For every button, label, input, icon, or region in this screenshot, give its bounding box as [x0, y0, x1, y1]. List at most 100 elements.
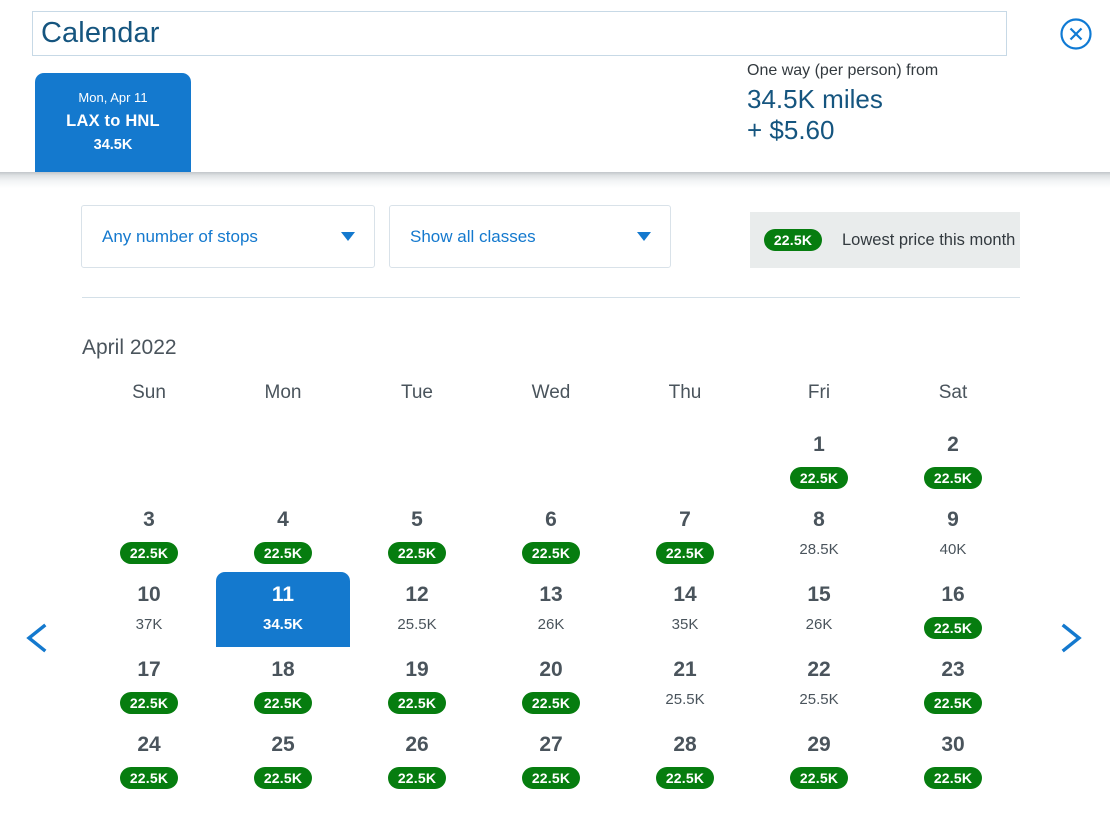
calendar-day-lowest-badge: 22.5K	[924, 617, 982, 639]
calendar-day-3[interactable]: 3 22.5K	[82, 497, 216, 572]
calendar-day-number: 10	[137, 583, 161, 606]
calendar-day-lowest-badge: 22.5K	[388, 692, 446, 714]
calendar-day-24[interactable]: 24 22.5K	[82, 722, 216, 797]
calendar-day-number: 12	[405, 583, 429, 606]
calendar-day-number: 3	[143, 508, 155, 531]
calendar-day-4[interactable]: 4 22.5K	[216, 497, 350, 572]
calendar-day-27[interactable]: 27 22.5K	[484, 722, 618, 797]
calendar-day-2[interactable]: 2 22.5K	[886, 422, 1020, 497]
calendar-day-price: 26K	[537, 616, 565, 633]
class-filter-select[interactable]: Show all classes	[389, 205, 671, 268]
calendar-day-number: 25	[271, 733, 295, 756]
calendar-day-lowest-badge: 22.5K	[120, 767, 178, 789]
selected-flight-card[interactable]: Mon, Apr 11 LAX to HNL 34.5K	[35, 73, 191, 172]
calendar-day-price: 28.5K	[799, 541, 839, 558]
calendar-day-number: 13	[539, 583, 563, 606]
calendar-day-lowest-badge: 22.5K	[254, 767, 312, 789]
calendar-day-number: 27	[539, 733, 563, 756]
stops-filter-select[interactable]: Any number of stops	[81, 205, 375, 268]
calendar-day-number: 30	[941, 733, 965, 756]
calendar-day-18[interactable]: 18 22.5K	[216, 647, 350, 722]
close-circle-icon[interactable]	[1059, 17, 1093, 51]
calendar-day-price: 40K	[939, 541, 967, 558]
calendar-day-lowest-badge: 22.5K	[522, 767, 580, 789]
filter-bar: Any number of stops Show all classes 22.…	[0, 205, 1110, 275]
calendar-day-price: 37K	[135, 616, 163, 633]
calendar-grid: Sun Mon Tue Wed Thu Fri Sat 1 22.5K 2 22.5K 3 22.5K…	[82, 382, 1020, 797]
calendar-day-lowest-badge: 22.5K	[254, 542, 312, 564]
calendar-day-26[interactable]: 26 22.5K	[350, 722, 484, 797]
calendar-day-number: 16	[941, 583, 965, 606]
header-shadow-divider	[0, 172, 1110, 188]
calendar-day-28[interactable]: 28 22.5K	[618, 722, 752, 797]
calendar-day-lowest-badge: 22.5K	[388, 542, 446, 564]
calendar-day-number: 15	[807, 583, 831, 606]
calendar-day-number: 20	[539, 658, 563, 681]
calendar-day-15[interactable]: 15 26K	[752, 572, 886, 647]
calendar-day-number: 5	[411, 508, 423, 531]
calendar-day-number: 6	[545, 508, 557, 531]
flight-card-date: Mon, Apr 11	[78, 90, 148, 105]
calendar-title-box: Calendar	[32, 11, 1007, 56]
calendar-day-25[interactable]: 25 22.5K	[216, 722, 350, 797]
chevron-right-icon[interactable]	[1052, 618, 1088, 658]
page-title: Calendar	[41, 17, 160, 49]
calendar-day-number: 14	[673, 583, 697, 606]
calendar-day-7[interactable]: 7 22.5K	[618, 497, 752, 572]
calendar-weekday-sun: Sun	[132, 382, 166, 403]
calendar-day-13[interactable]: 13 26K	[484, 572, 618, 647]
calendar-day-price: 34.5K	[262, 616, 304, 633]
calendar-day-number: 11	[271, 583, 295, 606]
calendar-weekday-wed: Wed	[531, 382, 571, 403]
calendar-day-lowest-badge: 22.5K	[924, 767, 982, 789]
calendar-day-20[interactable]: 20 22.5K	[484, 647, 618, 722]
calendar-day-17[interactable]: 17 22.5K	[82, 647, 216, 722]
calendar-day-lowest-badge: 22.5K	[924, 467, 982, 489]
calendar-day-lowest-badge: 22.5K	[656, 542, 714, 564]
calendar-day-number: 7	[679, 508, 691, 531]
chevron-down-icon	[341, 232, 355, 241]
legend-price-badge: 22.5K	[764, 229, 822, 251]
calendar-day-21[interactable]: 21 25.5K	[618, 647, 752, 722]
calendar-day-1[interactable]: 1 22.5K	[752, 422, 886, 497]
calendar-day-lowest-badge: 22.5K	[388, 767, 446, 789]
calendar-day-30[interactable]: 30 22.5K	[886, 722, 1020, 797]
calendar-day-number: 22	[807, 658, 831, 681]
calendar-weekday-fri: Fri	[807, 382, 831, 403]
calendar-day-lowest-badge: 22.5K	[522, 692, 580, 714]
chevron-left-icon[interactable]	[20, 618, 56, 658]
calendar-day-number: 9	[947, 508, 959, 531]
calendar-day-14[interactable]: 14 35K	[618, 572, 752, 647]
calendar-day-12[interactable]: 12 25.5K	[350, 572, 484, 647]
legend-label: Lowest price this month	[842, 230, 1016, 249]
calendar-day-price: 35K	[671, 616, 699, 633]
calendar-day-lowest-badge: 22.5K	[656, 767, 714, 789]
calendar-day-23[interactable]: 23 22.5K	[886, 647, 1020, 722]
price-summary-taxes: + $5.60	[747, 115, 835, 146]
flight-card-route: LAX to HNL	[66, 112, 160, 130]
calendar-weekday-mon: Mon	[264, 382, 302, 403]
calendar-day-29[interactable]: 29 22.5K	[752, 722, 886, 797]
calendar-day-6[interactable]: 6 22.5K	[484, 497, 618, 572]
calendar-day-22[interactable]: 22 25.5K	[752, 647, 886, 722]
calendar-day-number: 18	[271, 658, 295, 681]
calendar-day-9[interactable]: 9 40K	[886, 497, 1020, 572]
lowest-price-legend: 22.5K Lowest price this month	[750, 212, 1020, 268]
calendar-day-19[interactable]: 19 22.5K	[350, 647, 484, 722]
calendar-day-number: 29	[807, 733, 831, 756]
calendar-day-number: 28	[673, 733, 697, 756]
calendar-weekday-sat: Sat	[938, 382, 968, 403]
price-summary-label: One way (per person) from	[747, 62, 939, 79]
calendar-day-lowest-badge: 22.5K	[254, 692, 312, 714]
calendar-weekday-tue: Tue	[400, 382, 434, 403]
calendar-day-price: 25.5K	[665, 691, 705, 708]
calendar-day-10[interactable]: 10 37K	[82, 572, 216, 647]
calendar-week-row: 24 22.5K 25 22.5K 26 22.5K 27 22.5K 28 22.5K 29 22.…	[82, 722, 1020, 797]
calendar-day-number: 19	[405, 658, 429, 681]
calendar-day-16[interactable]: 16 22.5K	[886, 572, 1020, 647]
calendar-day-8[interactable]: 8 28.5K	[752, 497, 886, 572]
calendar-day-11[interactable]: 11 34.5K	[216, 572, 350, 647]
calendar-day-5[interactable]: 5 22.5K	[350, 497, 484, 572]
calendar-day-number: 26	[405, 733, 429, 756]
stops-filter-label: Any number of stops	[102, 226, 258, 246]
